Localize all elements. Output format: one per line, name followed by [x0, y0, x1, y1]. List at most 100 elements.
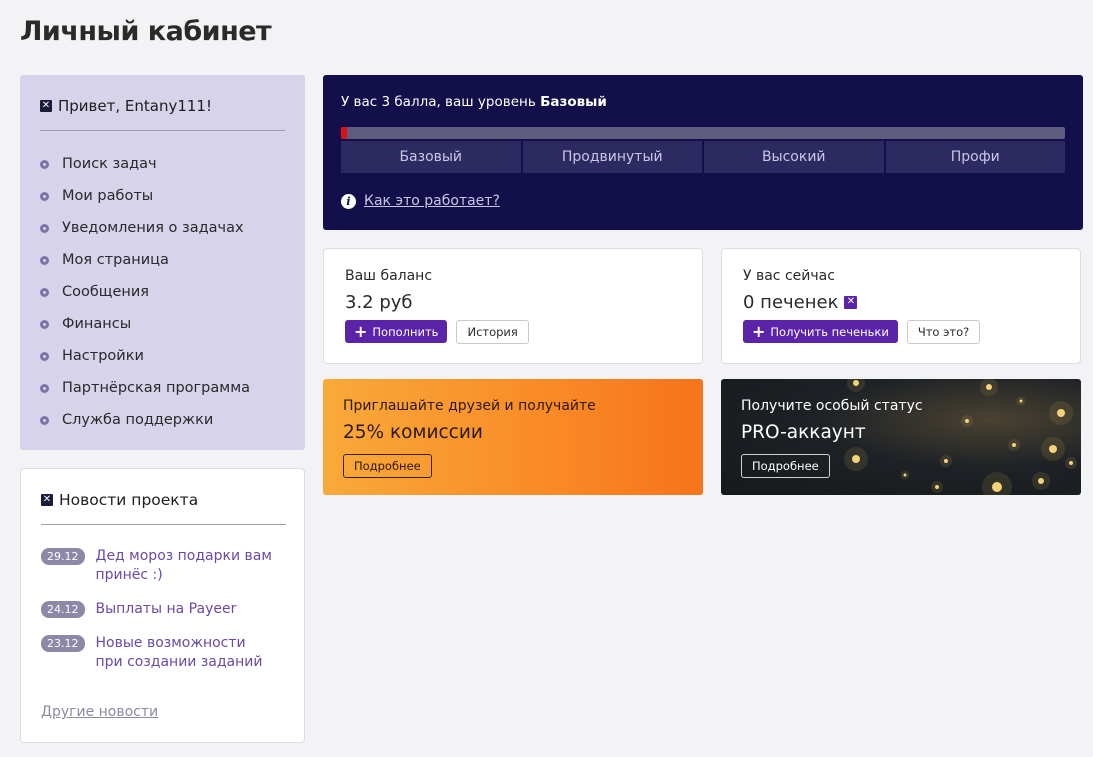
level-step: Продвинутый — [522, 141, 704, 173]
sidebar-item-label: Служба поддержки — [62, 412, 214, 428]
sidebar-item[interactable]: Финансы — [40, 308, 285, 340]
plus-icon: + — [354, 321, 368, 341]
bullet-icon — [40, 415, 49, 425]
cookies-value: 0 печенек — [743, 291, 839, 313]
sidebar-item-label: Настройки — [62, 348, 144, 364]
level-progress-bar — [341, 127, 1065, 139]
greeting: ✕ Привет, Entany111! — [40, 95, 285, 117]
pro-more-button[interactable]: Подробнее — [741, 454, 830, 478]
level-steps: Базовый Продвинутый Высокий Профи — [341, 141, 1065, 173]
sidebar-item[interactable]: Уведомления о задачах — [40, 212, 285, 244]
sparkle — [1038, 478, 1044, 484]
cookie-icon: ✕ — [844, 295, 858, 309]
cookies-card: У вас сейчас 0 печенек ✕ + Получить пече… — [721, 248, 1081, 364]
balance-label: Ваш баланс — [345, 268, 433, 284]
news-item: 24.12 Выплаты на Payeer — [41, 600, 284, 619]
sidebar-item-label: Поиск задач — [62, 156, 157, 172]
sidebar-item[interactable]: Служба поддержки — [40, 404, 285, 436]
sidebar-item-label: Партнёрская программа — [62, 380, 251, 396]
sidebar-item[interactable]: Партнёрская программа — [40, 372, 285, 404]
how-it-works-link[interactable]: Как это работает? — [364, 193, 500, 209]
sparkle — [944, 459, 948, 463]
level-progress-fill — [341, 127, 347, 139]
news-date-badge: 24.12 — [41, 601, 85, 618]
sidebar-item-label: Финансы — [62, 316, 132, 332]
bullet-icon — [40, 351, 49, 361]
bullet-icon — [40, 255, 49, 265]
sparkle — [1069, 461, 1073, 465]
referral-more-button[interactable]: Подробнее — [343, 454, 432, 478]
divider — [41, 524, 286, 525]
level-step: Базовый — [341, 141, 523, 173]
cookies-label: У вас сейчас — [743, 268, 835, 284]
bullet-icon — [40, 223, 49, 233]
sidebar-item-label: Уведомления о задачах — [62, 220, 244, 236]
user-badge-icon: ✕ — [40, 100, 52, 112]
cookies-actions: + Получить печеньки Что это? — [743, 320, 1060, 344]
pro-value: PRO-аккаунт — [741, 422, 866, 443]
sidebar-item[interactable]: Моя страница — [40, 244, 285, 276]
topup-button[interactable]: + Пополнить — [345, 320, 448, 343]
news-date-badge: 23.12 — [41, 635, 85, 652]
sidebar-item[interactable]: Сообщения — [40, 276, 285, 308]
level-panel: У вас 3 балла, ваш уровень Базовый Базов… — [323, 75, 1083, 230]
greeting-text: Привет, Entany111! — [58, 97, 212, 115]
referral-label: Приглашайте друзей и получайте — [343, 398, 596, 414]
sparkle — [1049, 445, 1057, 453]
how-it-works-row: i Как это работает? — [341, 193, 1065, 209]
level-step: Профи — [885, 141, 1065, 173]
referral-promo: Приглашайте друзей и получайте 25% комис… — [323, 379, 703, 495]
topup-label: Пополнить — [372, 324, 439, 339]
sparkle — [853, 380, 859, 386]
get-cookies-button[interactable]: + Получить печеньки — [743, 320, 898, 343]
cookies-value-row: 0 печенек ✕ — [743, 290, 1060, 314]
news-list: 29.12 Дед мороз подарки вам принёс :) 24.1… — [41, 547, 284, 672]
news-panel: ✕ Новости проекта 29.12 Дед мороз подарки… — [20, 468, 305, 743]
level-text-prefix: У вас 3 балла, ваш уровень — [341, 94, 541, 110]
balance-card: Ваш баланс 3.2 руб + Пополнить История — [323, 248, 703, 364]
bullet-icon — [40, 287, 49, 297]
page-title: Личный кабинет — [20, 16, 272, 47]
menu-list: Поиск задач Мои работы Уведомления о задач… — [40, 148, 285, 436]
news-date-badge: 29.12 — [41, 548, 85, 565]
news-link[interactable]: Новые возможности при создании заданий — [96, 634, 276, 672]
what-is-this-button[interactable]: Что это? — [906, 320, 981, 344]
sidebar-item[interactable]: Поиск задач — [40, 148, 285, 180]
sparkle — [852, 455, 860, 463]
pro-label: Получите особый статус — [741, 398, 923, 414]
bullet-icon — [40, 383, 49, 393]
more-news-link[interactable]: Другие новости — [41, 704, 158, 720]
sidebar-item-label: Моя страница — [62, 252, 169, 268]
referral-value: 25% комиссии — [343, 422, 483, 443]
divider — [40, 130, 285, 131]
sparkle — [935, 485, 939, 489]
news-title-text: Новости проекта — [59, 491, 199, 509]
balance-value: 3.2 руб — [345, 291, 413, 313]
news-title: ✕ Новости проекта — [41, 489, 284, 511]
current-level: Базовый — [540, 94, 607, 110]
history-button[interactable]: История — [456, 320, 529, 344]
balance-actions: + Пополнить История — [345, 320, 682, 344]
news-link[interactable]: Дед мороз подарки вам принёс :) — [96, 547, 276, 585]
sparkle — [992, 482, 1002, 492]
news-link[interactable]: Выплаты на Payeer — [96, 600, 276, 619]
level-text: У вас 3 балла, ваш уровень Базовый — [341, 94, 1065, 112]
sparkle — [903, 473, 907, 477]
news-item: 23.12 Новые возможности при создании зада… — [41, 634, 284, 672]
sidebar-item-label: Сообщения — [62, 284, 150, 300]
level-step: Высокий — [704, 141, 886, 173]
sidebar-item[interactable]: Мои работы — [40, 180, 285, 212]
bullet-icon — [40, 191, 49, 201]
get-cookies-label: Получить печеньки — [770, 324, 889, 339]
sidebar-item[interactable]: Настройки — [40, 340, 285, 372]
info-icon: i — [341, 193, 356, 209]
news-item: 29.12 Дед мороз подарки вам принёс :) — [41, 547, 284, 585]
sidebar-item-label: Мои работы — [62, 188, 154, 204]
news-badge-icon: ✕ — [41, 494, 53, 506]
plus-icon: + — [752, 321, 766, 341]
sparkle — [986, 384, 992, 390]
sidebar-menu: ✕ Привет, Entany111! Поиск задач Мои рабо… — [20, 75, 305, 450]
bullet-icon — [40, 319, 49, 329]
bullet-icon — [40, 159, 49, 169]
pro-promo: Получите особый статус PRO-аккаунт Подро… — [721, 379, 1081, 495]
